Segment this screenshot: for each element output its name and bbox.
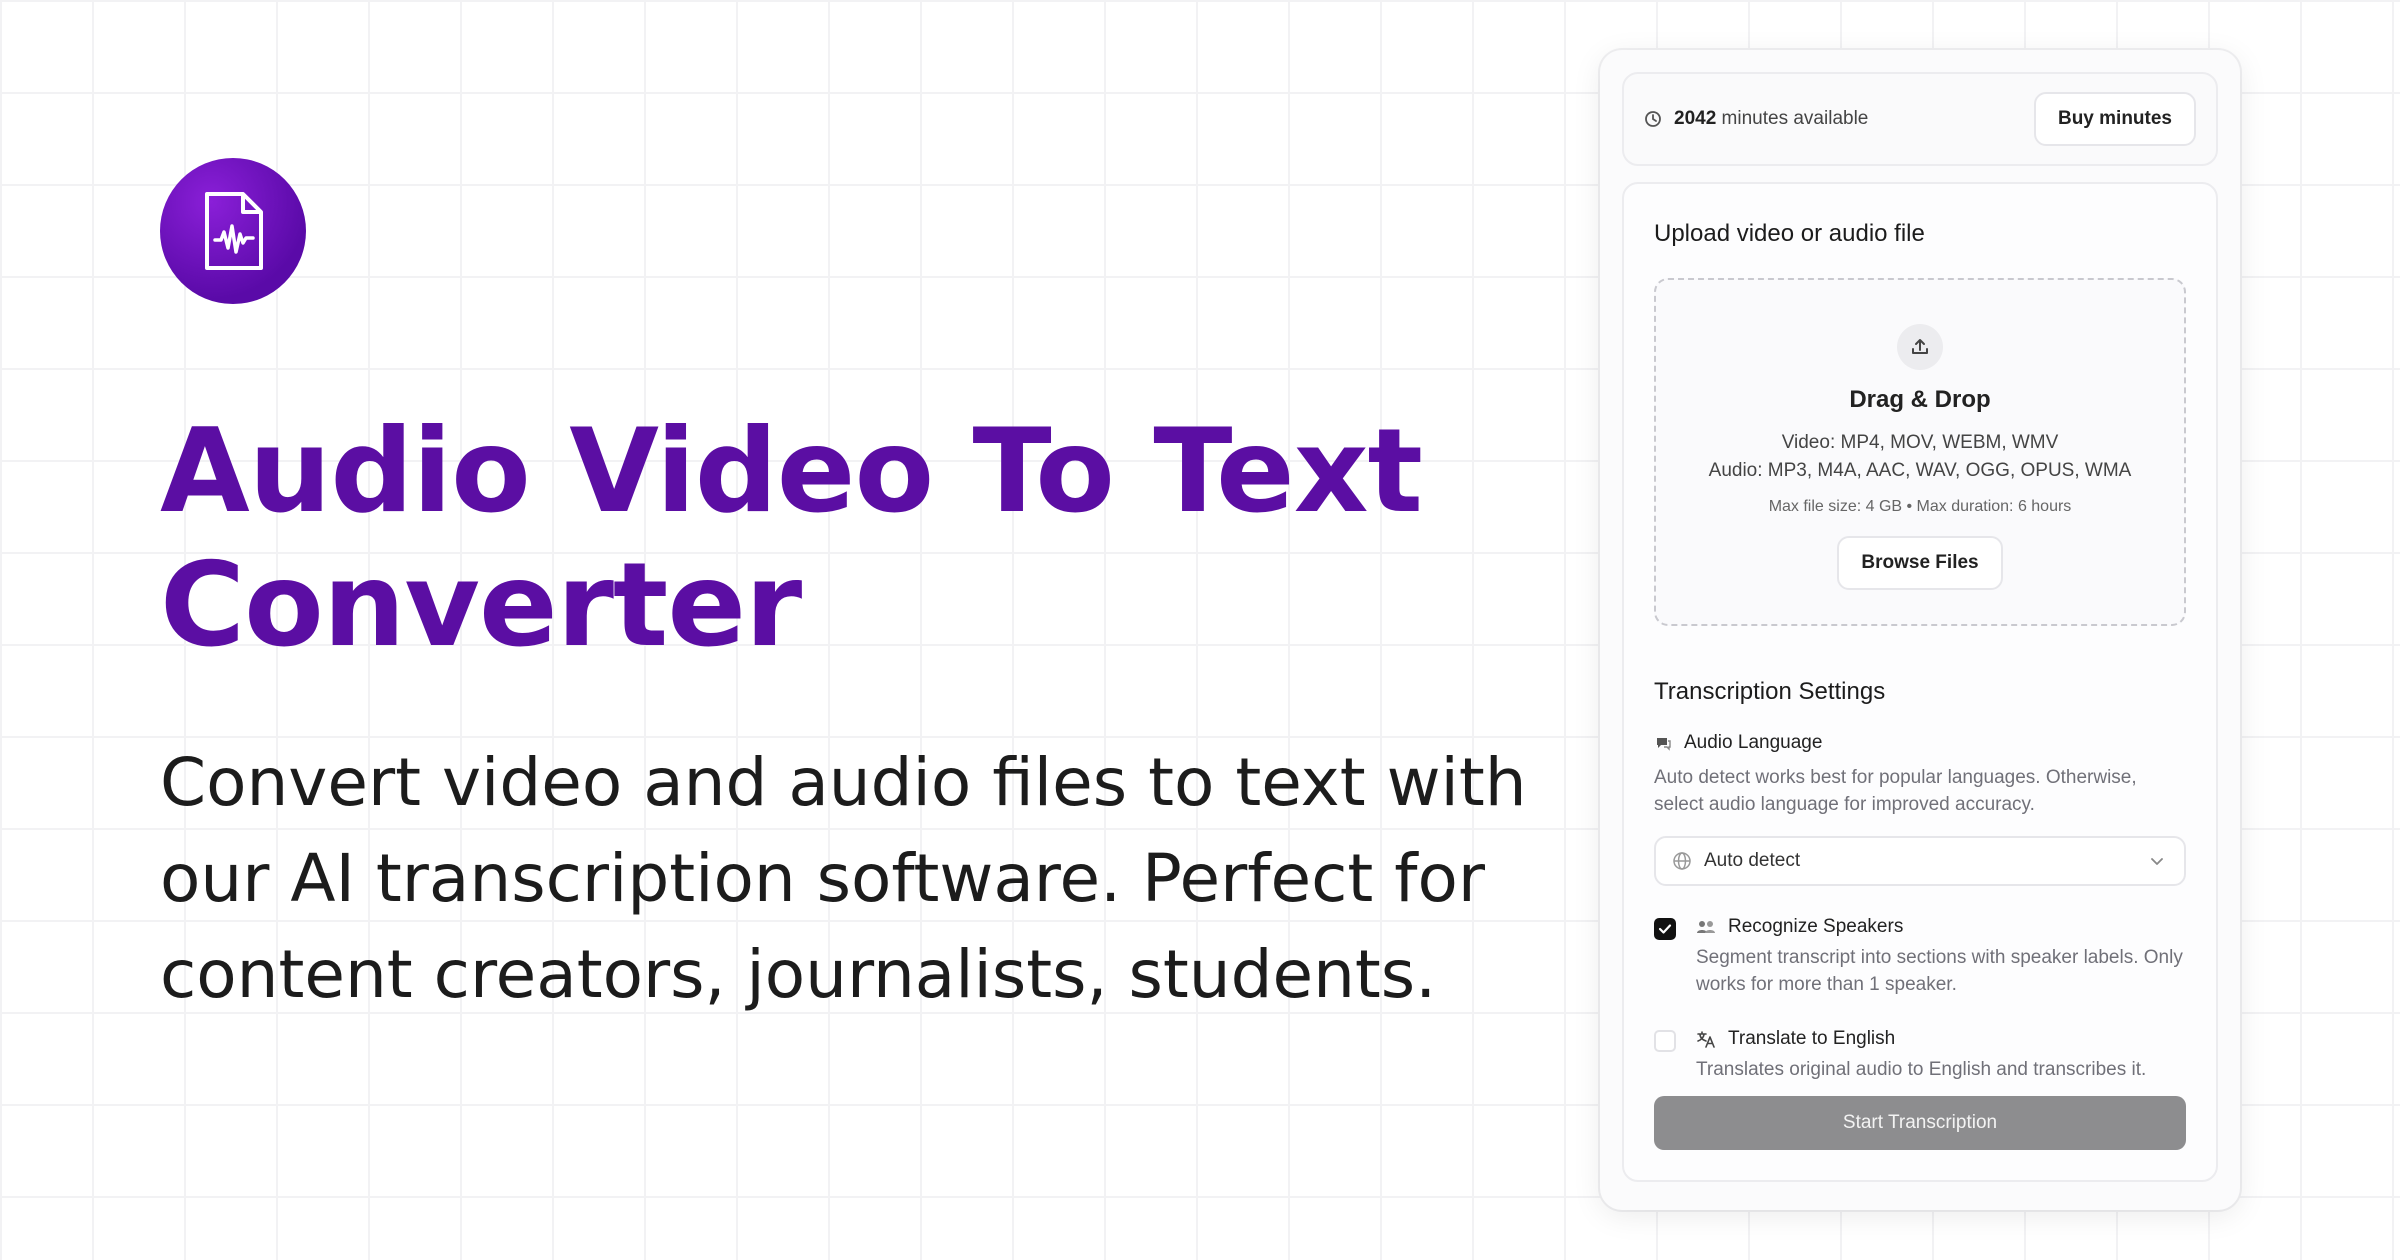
- audio-formats: Audio: MP3, M4A, AAC, WAV, OGG, OPUS, WM…: [1708, 460, 2132, 481]
- dropzone-title: Drag & Drop: [1849, 386, 1991, 413]
- audio-language-help: Auto detect works best for popular langu…: [1654, 767, 2137, 815]
- recognize-speakers-help: Segment transcript into sections with sp…: [1696, 947, 2183, 995]
- minutes-bar: 2042 minutes available Buy minutes: [1622, 72, 2218, 166]
- buy-minutes-button[interactable]: Buy minutes: [2033, 92, 2196, 146]
- audio-language-text: Audio Language: [1684, 732, 1823, 753]
- language-select-value: Auto detect: [1704, 850, 1801, 871]
- language-select[interactable]: Auto detect: [1654, 836, 2186, 886]
- video-formats: Video: MP4, MOV, WEBM, WMV: [1781, 432, 2059, 453]
- hero-title-line1: Audio Video To Text: [160, 404, 1423, 539]
- browse-files-button[interactable]: Browse Files: [1837, 536, 2003, 590]
- recognize-speakers-checkbox[interactable]: [1654, 918, 1676, 940]
- globe-icon: [1673, 852, 1691, 870]
- translate-checkbox[interactable]: [1654, 1030, 1676, 1052]
- hero-title-line2: Converter: [160, 538, 802, 673]
- start-transcription-button[interactable]: Start Transcription: [1654, 1096, 2186, 1150]
- app-logo: [160, 158, 306, 304]
- clock-icon: [1645, 111, 1661, 127]
- minutes-count: 2042: [1674, 108, 1717, 129]
- translate-label: Translate to English: [1696, 1028, 2146, 1050]
- speech-bubble-icon: [1657, 738, 1671, 751]
- settings-title: Transcription Settings: [1654, 678, 1886, 705]
- users-icon: [1697, 921, 1715, 933]
- translate-text: Translate to English: [1728, 1028, 1896, 1049]
- translate-option: Translate to English Translates original…: [1654, 1028, 2186, 1083]
- minutes-available: 2042 minutes available: [1644, 108, 1868, 130]
- audio-language-label: Audio Language: [1654, 732, 2186, 754]
- recognize-speakers-text: Recognize Speakers: [1728, 916, 1904, 937]
- file-dropzone[interactable]: Drag & Drop Video: MP4, MOV, WEBM, WMV A…: [1654, 278, 2186, 626]
- chevron-down-icon: [2151, 858, 2163, 865]
- hero-title: Audio Video To Text Converter: [160, 405, 1460, 673]
- translate-help: Translates original audio to English and…: [1696, 1059, 2147, 1080]
- upload-card: Upload video or audio file Drag & Drop V…: [1622, 182, 2218, 1182]
- transcription-panel: 2042 minutes available Buy minutes Uploa…: [1600, 50, 2240, 1210]
- recognize-speakers-label: Recognize Speakers: [1696, 916, 2186, 938]
- upload-icon: [1897, 324, 1943, 370]
- minutes-suffix: minutes available: [1716, 108, 1869, 129]
- audio-file-waveform-icon: [205, 192, 263, 270]
- recognize-speakers-option: Recognize Speakers Segment transcript in…: [1654, 916, 2186, 998]
- checkmark-icon: [1658, 924, 1672, 934]
- upload-title: Upload video or audio file: [1654, 220, 1925, 247]
- upload-limits: Max file size: 4 GB • Max duration: 6 ho…: [1768, 498, 2072, 515]
- hero-description: Convert video and audio files to text wi…: [160, 744, 1527, 1013]
- translate-icon: [1697, 1031, 1715, 1048]
